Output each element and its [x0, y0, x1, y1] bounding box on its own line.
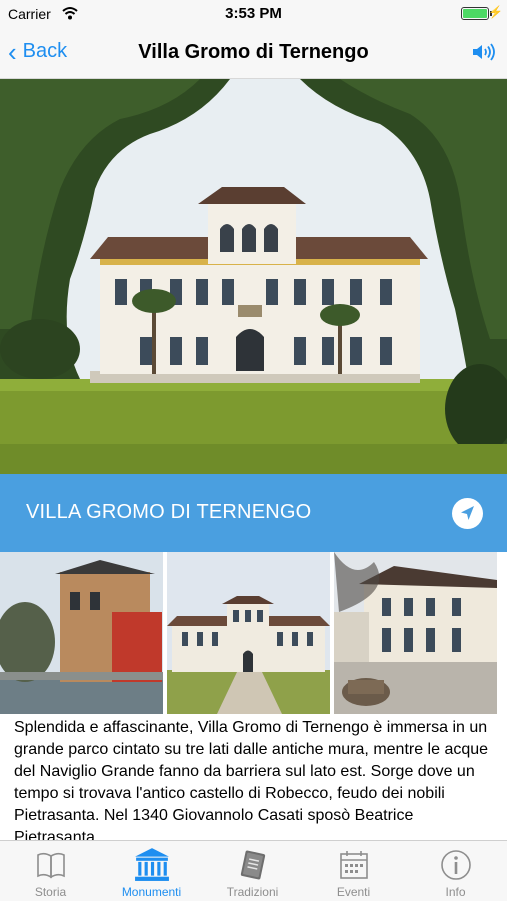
tab-label: Eventi — [336, 885, 371, 899]
calendar-icon — [339, 851, 368, 879]
monument-icon — [134, 848, 169, 881]
info-icon — [440, 850, 471, 880]
book-icon — [36, 852, 65, 879]
gallery-photo[interactable] — [334, 552, 497, 714]
hero-photo — [0, 79, 507, 474]
gallery-photo[interactable] — [0, 552, 163, 714]
gallery-photo[interactable] — [167, 552, 330, 714]
photo-gallery — [0, 552, 507, 714]
place-name: VILLA GROMO DI TERNENGO — [26, 501, 312, 523]
notebook-icon — [240, 850, 265, 880]
tab-tradizioni[interactable]: Tradizioni — [202, 841, 303, 901]
charging-icon: ⚡ — [488, 5, 503, 19]
place-description: Splendida e affascinante, Villa Gromo di… — [14, 719, 489, 840]
tab-info[interactable]: Info — [404, 841, 507, 901]
directions-button[interactable] — [452, 498, 483, 529]
navigation-bar: ‹ Back Villa Gromo di Ternengo — [0, 28, 507, 79]
page-title: Villa Gromo di Ternengo — [138, 41, 369, 63]
tab-label: Info — [445, 885, 466, 899]
speaker-icon[interactable] — [471, 42, 497, 62]
battery-icon — [461, 7, 489, 20]
navigation-arrow-icon — [461, 506, 474, 520]
status-bar: Carrier 3:53 PM ⚡ — [0, 0, 507, 28]
tab-storia[interactable]: Storia — [0, 841, 101, 901]
place-title-banner: VILLA GROMO DI TERNENGO — [0, 474, 507, 552]
tab-bar: Storia Monumenti Tradizioni Eventi Info — [0, 840, 507, 901]
tab-label: Storia — [34, 885, 67, 899]
tab-eventi[interactable]: Eventi — [303, 841, 404, 901]
tab-monumenti[interactable]: Monumenti — [101, 841, 202, 901]
tab-label: Tradizioni — [226, 885, 279, 899]
tab-label: Monumenti — [121, 885, 182, 899]
clock: 3:53 PM — [225, 5, 282, 22]
